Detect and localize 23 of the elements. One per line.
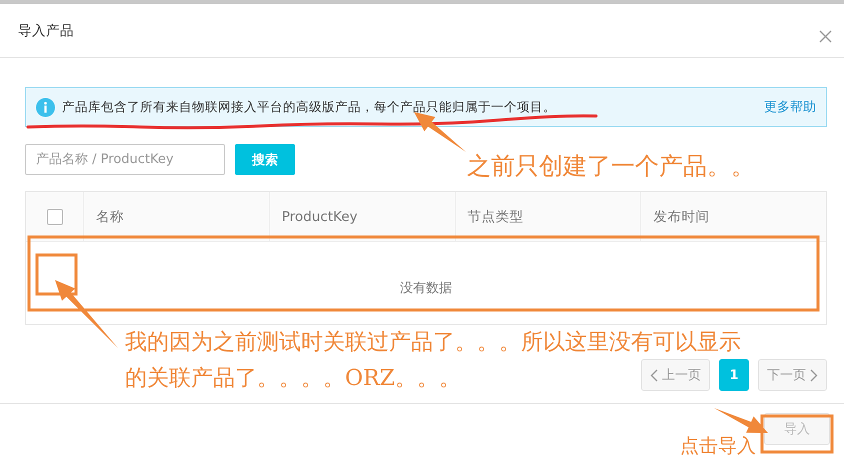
annotation-note: 点击导入: [680, 436, 756, 457]
annotation-note: 之前只创建了一个产品。。: [467, 151, 755, 182]
info-text: 产品库包含了所有来自物联网接入平台的高级版产品，每个产品只能归属于一个项目。: [62, 98, 557, 116]
arrow-annotation: [714, 408, 768, 433]
column-header: 名称: [96, 208, 124, 226]
info-icon: [36, 98, 55, 116]
search-field[interactable]: 产品名称 / ProductKey: [25, 144, 225, 175]
annotation-note: 我的因为之前测试时关联过产品了。。。所以这里没有可以显示: [125, 330, 741, 356]
search-button[interactable]: 搜索: [235, 144, 295, 175]
select-all-checkbox[interactable]: [46, 208, 62, 224]
chevron-right-icon: [810, 368, 818, 382]
page-button[interactable]: 1: [719, 359, 749, 391]
empty-message: 没有数据: [400, 280, 452, 297]
dialog-title: 导入产品: [18, 22, 74, 40]
chevron-left-icon: [650, 368, 658, 382]
close-icon[interactable]: [819, 30, 832, 43]
column-header: 节点类型: [468, 208, 524, 226]
help-link[interactable]: 更多帮助: [764, 98, 816, 116]
column-header: 发布时间: [653, 208, 710, 226]
arrow-annotation: [55, 280, 118, 348]
arrow-annotation: [414, 112, 466, 152]
column-header: ProductKey: [282, 208, 358, 224]
annotation-note: 的关联产品了。。。。ORZ。。。: [125, 366, 461, 392]
